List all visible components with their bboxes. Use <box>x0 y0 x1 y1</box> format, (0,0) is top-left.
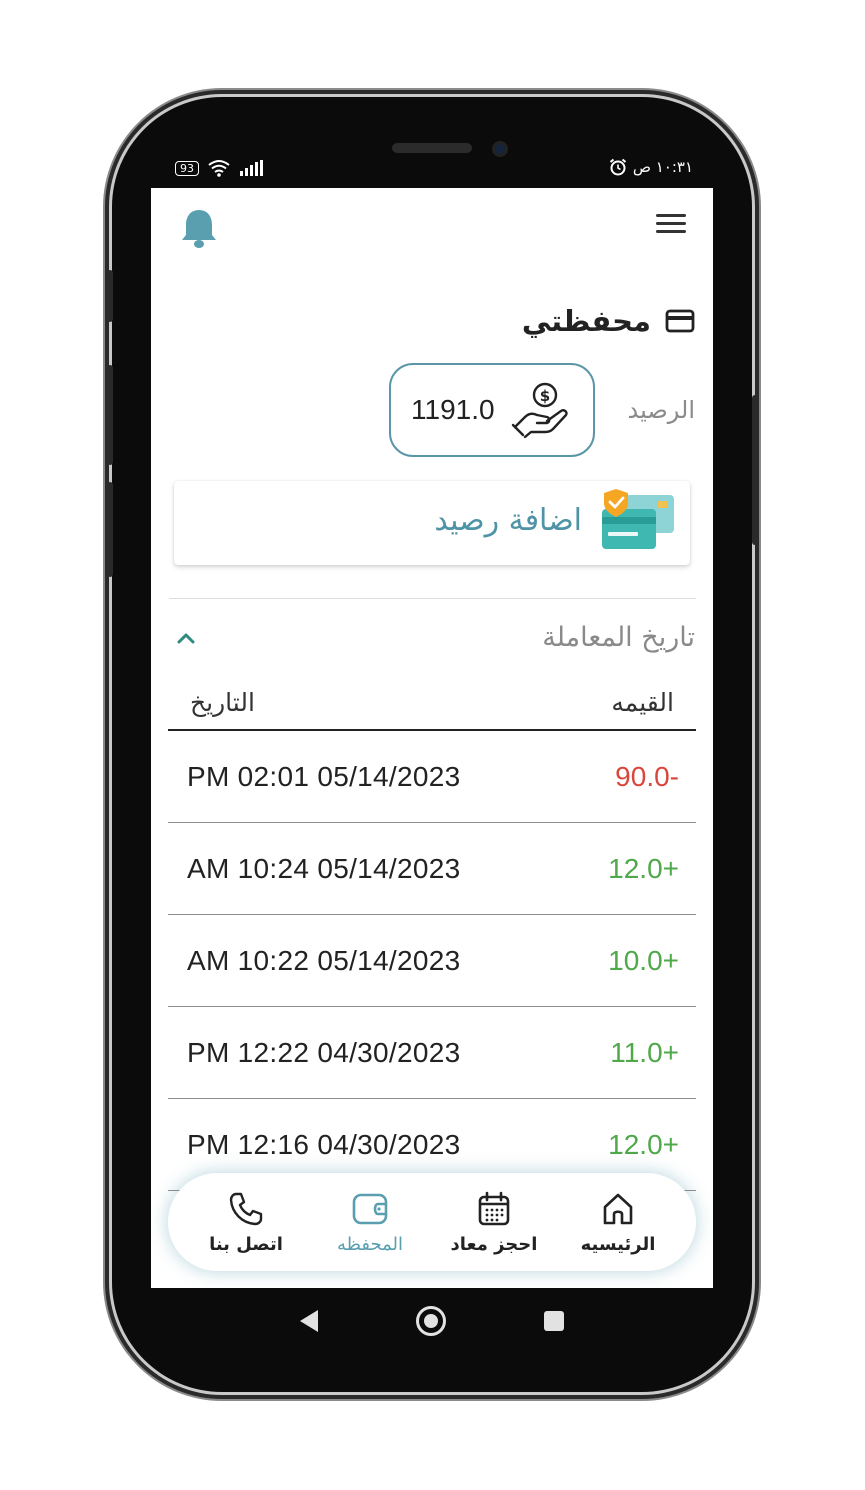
transaction-date: AM 10:24 05/14/2023 <box>187 853 461 884</box>
transaction-amount: 90.0- <box>615 761 679 792</box>
notification-bell-icon[interactable] <box>179 206 219 250</box>
transactions-table: القيمه التاريخ PM 02:01 05/14/2023 90.0-… <box>168 682 696 1191</box>
battery-indicator: 93 <box>175 160 199 176</box>
transaction-date: AM 10:22 05/14/2023 <box>187 945 461 976</box>
money-hand-icon: $ <box>511 382 568 439</box>
wifi-icon <box>208 160 230 177</box>
balance-value: 1191.0 <box>411 394 495 425</box>
nav-contact-us[interactable]: اتصل بنا <box>186 1190 306 1255</box>
balance-label: الرصيد <box>627 396 695 424</box>
page-title: محفظتي <box>521 304 651 338</box>
home-icon <box>603 1193 633 1224</box>
transaction-amount: 11.0+ <box>610 1037 679 1068</box>
transaction-amount: 12.0+ <box>608 1129 679 1160</box>
transaction-date: PM 12:22 04/30/2023 <box>187 1037 461 1068</box>
phone-icon <box>229 1192 263 1225</box>
calendar-icon <box>478 1191 510 1225</box>
home-button-icon[interactable] <box>416 1306 446 1336</box>
transaction-amount: 12.0+ <box>608 853 679 884</box>
table-row: AM 10:24 05/14/2023 12.0+ <box>168 823 696 915</box>
nav-home[interactable]: الرئيسيه <box>558 1190 678 1255</box>
hamburger-menu-icon[interactable] <box>656 214 686 240</box>
table-row: AM 10:22 05/14/2023 10.0+ <box>168 915 696 1007</box>
chevron-up-icon[interactable] <box>173 628 199 648</box>
nav-wallet-label: المحفظه <box>336 1233 404 1255</box>
signal-icon <box>240 160 263 176</box>
nav-book-appointment[interactable]: احجز معاد <box>434 1190 554 1255</box>
nav-home-label: الرئيسيه <box>580 1233 656 1255</box>
table-row: PM 12:22 04/30/2023 11.0+ <box>168 1007 696 1099</box>
table-header: القيمه التاريخ <box>168 682 696 731</box>
volume-down-button <box>107 365 113 465</box>
app-screen: محفظتي الرصيد 1191.0 $ اضافة رصيد تاريخ … <box>151 188 713 1288</box>
svg-text:$: $ <box>540 387 550 405</box>
status-right: ١٠:٣١ ص <box>609 158 693 176</box>
transaction-date: PM 02:01 05/14/2023 <box>187 761 461 792</box>
bottom-navigation: الرئيسيه احجز معاد المحفظه اتصل بنا <box>168 1173 696 1271</box>
alarm-icon <box>609 158 626 176</box>
recent-apps-icon[interactable] <box>544 1311 564 1331</box>
system-navigation-bar <box>151 1290 713 1352</box>
bixby-button <box>107 482 113 577</box>
column-header-date: التاريخ <box>190 688 255 717</box>
transaction-amount: 10.0+ <box>608 945 679 976</box>
section-divider <box>169 598 696 599</box>
wallet-card-icon <box>665 309 695 333</box>
column-header-value: القيمه <box>611 688 674 717</box>
nav-book-appointment-label: احجز معاد <box>450 1233 538 1255</box>
power-button <box>752 395 758 545</box>
balance-box: 1191.0 $ <box>389 363 595 457</box>
add-balance-label: اضافة رصيد <box>434 503 582 538</box>
nav-wallet[interactable]: المحفظه <box>310 1190 430 1255</box>
status-left: 93 <box>175 159 265 177</box>
transaction-history-title: تاريخ المعاملة <box>542 622 695 653</box>
wallet-icon <box>352 1193 388 1224</box>
volume-up-button <box>107 270 113 322</box>
page-title-row: محفظتي <box>522 304 695 338</box>
clock-time: ١٠:٣١ ص <box>632 158 693 176</box>
nav-contact-us-label: اتصل بنا <box>209 1233 283 1255</box>
table-row: PM 02:01 05/14/2023 90.0- <box>168 731 696 823</box>
status-bar: 93 ١٠:٣١ ص <box>150 150 715 186</box>
add-balance-card[interactable]: اضافة رصيد <box>174 481 690 565</box>
secure-credit-card-icon <box>602 489 674 549</box>
back-icon[interactable] <box>300 1310 318 1332</box>
transaction-date: PM 12:16 04/30/2023 <box>187 1129 461 1160</box>
